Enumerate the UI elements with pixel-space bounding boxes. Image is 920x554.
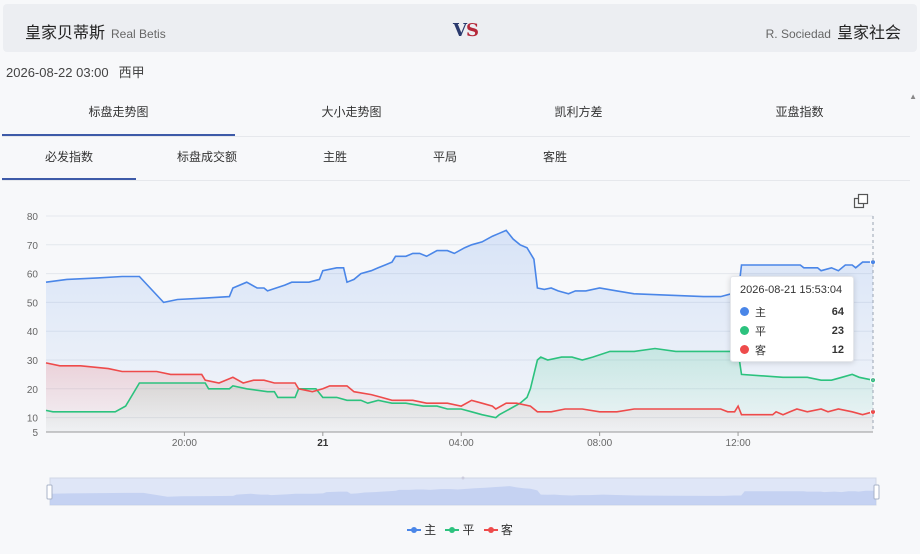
x-axis-labels: 20:00 21 04:00 08:00 12:00 bbox=[46, 431, 873, 449]
tooltip-row-away: 客 12 bbox=[740, 340, 844, 359]
x-tick-label: 20:00 bbox=[172, 438, 197, 449]
y-tick-label: 5 bbox=[32, 428, 38, 439]
data-zoom-slider bbox=[46, 476, 880, 506]
y-tick-label: 70 bbox=[27, 241, 39, 252]
x-tick-label: 08:00 bbox=[587, 438, 612, 449]
y-axis-labels: 5 10 20 30 40 50 60 70 80 bbox=[27, 212, 39, 439]
zoom-center-dot bbox=[461, 476, 465, 480]
zoom-handle-right bbox=[873, 484, 880, 500]
x-tick-label: 21 bbox=[317, 438, 329, 449]
chart-tooltip: 2026-08-21 15:53:04 主 64 平 23 客 12 bbox=[730, 276, 854, 362]
y-tick-label: 80 bbox=[27, 212, 39, 223]
y-tick-label: 10 bbox=[27, 414, 39, 425]
tooltip-row-home: 主 64 bbox=[740, 302, 844, 321]
y-tick-label: 60 bbox=[27, 270, 39, 281]
chart-legend: 主 平 客 bbox=[0, 521, 920, 538]
tooltip-time: 2026-08-21 15:53:04 bbox=[740, 284, 843, 296]
y-tick-label: 40 bbox=[27, 327, 39, 338]
y-tick-label: 30 bbox=[27, 356, 39, 367]
y-tick-label: 50 bbox=[27, 298, 39, 309]
legend-item-home[interactable]: 主 bbox=[407, 521, 436, 538]
x-tick-label: 12:00 bbox=[726, 438, 751, 449]
tooltip-row-draw: 平 23 bbox=[740, 321, 844, 340]
legend-item-draw[interactable]: 平 bbox=[445, 521, 475, 538]
legend-item-away[interactable]: 客 bbox=[483, 521, 513, 538]
y-tick-label: 20 bbox=[27, 385, 39, 396]
x-tick-label: 04:00 bbox=[449, 438, 474, 449]
zoom-handle-left bbox=[46, 484, 53, 500]
